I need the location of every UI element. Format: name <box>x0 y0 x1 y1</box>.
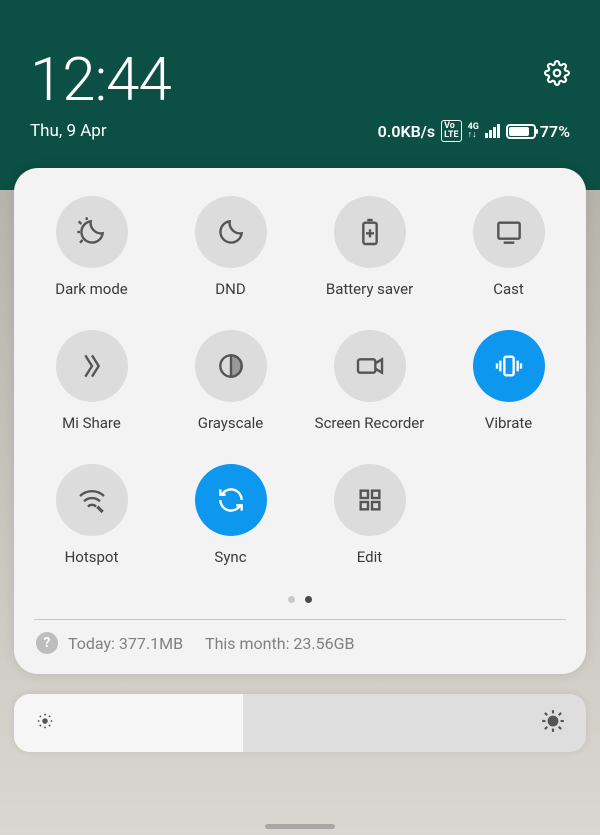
battery-icon <box>506 124 536 139</box>
tile-dnd[interactable]: DND <box>161 196 300 298</box>
sync-icon <box>215 484 247 516</box>
data-usage-row[interactable]: ? Today: 377.1MB This month: 23.56GB <box>22 620 578 660</box>
dark-mode-icon <box>76 216 108 248</box>
tile-label: Edit <box>357 548 382 566</box>
tile-label: Hotspot <box>65 548 119 566</box>
date-label: Thu, 9 Apr <box>30 121 107 141</box>
tile-mi-share[interactable]: Mi Share <box>22 330 161 432</box>
cast-icon <box>493 216 525 248</box>
battery-plus-icon <box>354 216 386 248</box>
tile-label: Mi Share <box>62 414 121 432</box>
brightness-high-icon <box>540 708 566 738</box>
tile-label: Screen Recorder <box>315 414 425 432</box>
camera-icon <box>354 350 386 382</box>
tile-label: Battery saver <box>326 280 413 298</box>
tile-cast[interactable]: Cast <box>439 196 578 298</box>
tile-label: Sync <box>214 548 246 566</box>
network-gen-icon: 4G↑↓ <box>468 123 479 139</box>
page-dot <box>305 596 312 603</box>
tile-vibrate[interactable]: Vibrate <box>439 330 578 432</box>
tile-hotspot[interactable]: Hotspot <box>22 464 161 566</box>
tile-sync[interactable]: Sync <box>161 464 300 566</box>
clock: 12:44 <box>30 50 171 110</box>
signal-icon <box>485 124 500 138</box>
page-indicator[interactable] <box>22 596 578 603</box>
home-indicator[interactable] <box>265 824 335 829</box>
page-dot <box>288 596 295 603</box>
hotspot-icon <box>76 484 108 516</box>
gear-icon <box>544 60 570 86</box>
data-month: This month: 23.56GB <box>205 634 354 653</box>
tiles-grid: Dark mode DND Battery saver <box>22 196 578 566</box>
network-speed: 0.0KB/s <box>378 122 435 141</box>
settings-button[interactable] <box>544 60 570 90</box>
data-today: Today: 377.1MB <box>68 634 183 653</box>
quick-settings-panel: Dark mode DND Battery saver <box>14 168 586 674</box>
vibrate-icon <box>493 350 525 382</box>
grayscale-icon <box>215 350 247 382</box>
tile-battery-saver[interactable]: Battery saver <box>300 196 439 298</box>
tile-grayscale[interactable]: Grayscale <box>161 330 300 432</box>
volte-icon: VoLTE <box>441 120 462 142</box>
help-icon: ? <box>36 632 58 654</box>
tile-label: Grayscale <box>198 414 264 432</box>
tile-dark-mode[interactable]: Dark mode <box>22 196 161 298</box>
status-bar: 0.0KB/s VoLTE 4G↑↓ 77% <box>378 120 570 142</box>
notification-header: 12:44 Thu, 9 Apr 0.0KB/s VoLTE 4G↑↓ 77% <box>0 0 600 152</box>
battery-percent: 77% <box>540 122 570 141</box>
tile-label: Cast <box>493 280 524 298</box>
moon-icon <box>215 216 247 248</box>
mi-share-icon <box>76 350 108 382</box>
tile-label: DND <box>215 280 245 298</box>
tile-screen-recorder[interactable]: Screen Recorder <box>300 330 439 432</box>
brightness-low-icon <box>34 710 56 736</box>
tile-edit[interactable]: Edit <box>300 464 439 566</box>
brightness-slider[interactable] <box>14 694 586 752</box>
tile-label: Vibrate <box>485 414 532 432</box>
grid-icon <box>354 484 386 516</box>
tile-label: Dark mode <box>55 280 128 298</box>
